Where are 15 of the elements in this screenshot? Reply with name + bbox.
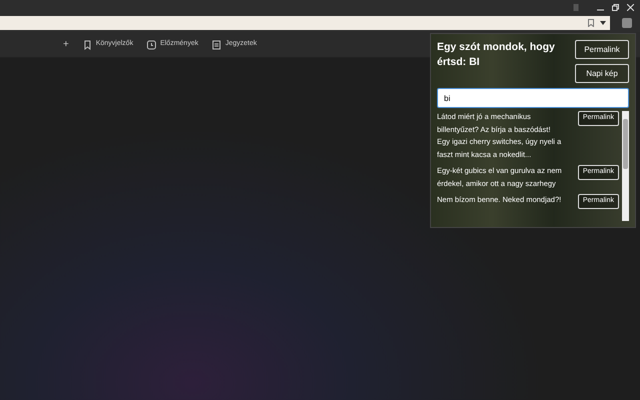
notes-icon: [212, 40, 222, 50]
clock-icon: [147, 40, 156, 50]
extension-icon[interactable]: [622, 18, 632, 28]
close-icon[interactable]: [627, 4, 634, 10]
restore-icon[interactable]: [612, 4, 619, 10]
popup-title: Egy szót mondok, hogy értsd: BI: [437, 40, 556, 70]
trash-icon[interactable]: [573, 3, 579, 11]
add-tab-button[interactable]: +: [63, 37, 69, 52]
bookmark-icon: [82, 40, 92, 50]
bookmark-icon[interactable]: [588, 19, 594, 27]
popup-button[interactable]: Permalink: [575, 40, 629, 59]
popup-button[interactable]: Napi kép: [575, 64, 629, 83]
search-field[interactable]: bi: [437, 88, 629, 108]
scrollbar[interactable]: [622, 111, 629, 221]
dropdown-icon[interactable]: [600, 21, 606, 25]
